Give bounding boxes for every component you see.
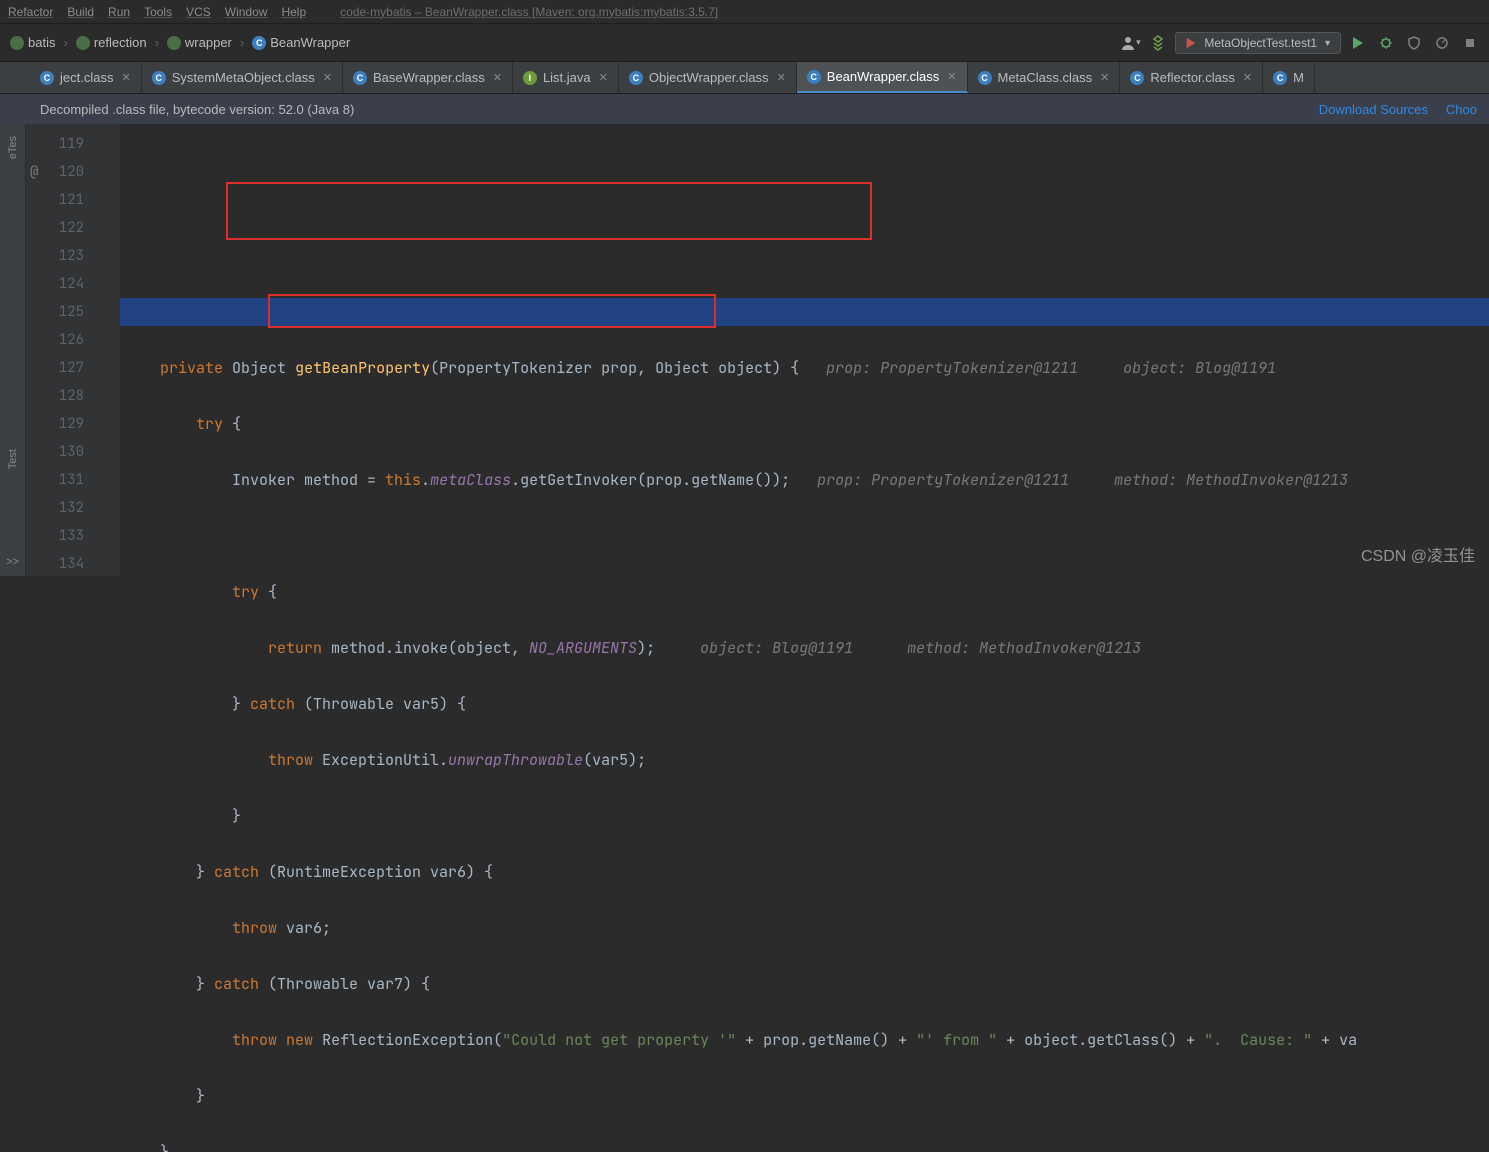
run-config-label: MetaObjectTest.test1 (1204, 36, 1317, 50)
user-icon[interactable]: ▾ (1119, 32, 1141, 54)
close-tab-icon[interactable]: ✕ (1243, 71, 1252, 84)
breadcrumb-item[interactable]: batis (6, 33, 59, 52)
download-sources-link[interactable]: Download Sources (1319, 102, 1428, 117)
decompiled-notice-text: Decompiled .class file, bytecode version… (40, 102, 354, 117)
close-tab-icon[interactable]: ✕ (1100, 71, 1109, 84)
breadcrumb-item[interactable]: reflection (72, 33, 151, 52)
package-icon (76, 36, 90, 50)
close-tab-icon[interactable]: ✕ (493, 71, 502, 84)
class-icon: C (353, 71, 367, 85)
menu-build[interactable]: Build (67, 5, 94, 19)
editor-tab[interactable]: CObjectWrapper.class✕ (619, 62, 797, 93)
left-tool-strip: eTes Test >> (0, 124, 26, 576)
stop-button[interactable] (1459, 32, 1481, 54)
coverage-button[interactable] (1403, 32, 1425, 54)
class-icon: C (40, 71, 54, 85)
class-icon: C (252, 36, 266, 50)
class-icon: C (978, 71, 992, 85)
code-line: } (120, 1138, 1489, 1152)
code-line: } catch (Throwable var5) { (120, 690, 1489, 718)
code-line: } catch (RuntimeException var6) { (120, 858, 1489, 886)
editor-tab[interactable]: CBaseWrapper.class✕ (343, 62, 513, 93)
interface-icon: I (523, 71, 537, 85)
menu-vcs[interactable]: VCS (186, 5, 211, 19)
expand-tool-icon[interactable]: >> (6, 556, 19, 576)
editor-tab[interactable]: CM (1263, 62, 1315, 93)
run-button[interactable] (1347, 32, 1369, 54)
code-line: throw new ReflectionException("Could not… (120, 1026, 1489, 1054)
class-icon: C (629, 71, 643, 85)
close-tab-icon[interactable]: ✕ (777, 71, 786, 84)
menu-refactor[interactable]: Refactor (8, 5, 53, 19)
breadcrumb-item[interactable]: wrapper (163, 33, 236, 52)
menu-help[interactable]: Help (281, 5, 306, 19)
tool-window-button[interactable]: Test (7, 449, 19, 469)
class-icon: C (1130, 71, 1144, 85)
editor-tabs: Cject.class✕ CSystemMetaObject.class✕ CB… (0, 62, 1489, 94)
fold-column[interactable] (102, 124, 120, 576)
code-line: } (120, 1082, 1489, 1110)
override-gutter-icon[interactable]: @ (30, 158, 38, 186)
menu-run[interactable]: Run (108, 5, 130, 19)
code-line: } catch (Throwable var7) { (120, 970, 1489, 998)
editor-tab[interactable]: Cject.class✕ (30, 62, 142, 93)
chevron-right-icon: › (63, 35, 67, 50)
class-icon: C (1273, 71, 1287, 85)
watermark: CSDN @凌玉佳 (1361, 542, 1475, 566)
chevron-right-icon: › (155, 35, 159, 50)
code-line: try { (120, 578, 1489, 606)
close-tab-icon[interactable]: ✕ (121, 71, 130, 84)
debug-button[interactable] (1375, 32, 1397, 54)
editor-area: eTes Test >> 119 @120 121 122 123 124 12… (0, 124, 1489, 576)
editor-tab[interactable]: IList.java✕ (513, 62, 619, 93)
menu-bar: Refactor Build Run Tools VCS Window Help… (0, 0, 1489, 24)
code-line: throw var6; (120, 914, 1489, 942)
editor-tab[interactable]: CSystemMetaObject.class✕ (142, 62, 343, 93)
editor-tab-active[interactable]: CBeanWrapper.class✕ (797, 62, 968, 93)
profile-button[interactable] (1431, 32, 1453, 54)
chevron-down-icon: ▼ (1323, 38, 1332, 48)
choose-sources-link[interactable]: Choo (1446, 102, 1477, 117)
code-line: try { (120, 410, 1489, 438)
close-tab-icon[interactable]: ✕ (323, 71, 332, 84)
menu-tools[interactable]: Tools (144, 5, 172, 19)
code-line (120, 298, 1489, 326)
code-line: throw ExceptionUtil.unwrapThrowable(var5… (120, 746, 1489, 774)
code-line: Invoker method = this.metaClass.getGetIn… (120, 466, 1489, 494)
annotation-box (226, 182, 872, 240)
editor-tab[interactable]: CReflector.class✕ (1120, 62, 1263, 93)
breadcrumb-item[interactable]: CBeanWrapper (248, 33, 354, 52)
code-line: } (120, 802, 1489, 830)
code-editor[interactable]: private Object getBeanProperty(PropertyT… (120, 124, 1489, 576)
code-line: private Object getBeanProperty(PropertyT… (120, 354, 1489, 382)
tool-window-button[interactable]: eTes (7, 136, 19, 159)
class-icon: C (807, 70, 821, 84)
code-line: return method.invoke(object, NO_ARGUMENT… (120, 634, 1489, 662)
class-icon: C (152, 71, 166, 85)
code-line (120, 522, 1489, 550)
line-gutter: 119 @120 121 122 123 124 125 126 127 128… (26, 124, 102, 576)
menu-window[interactable]: Window (225, 5, 268, 19)
editor-tab[interactable]: CMetaClass.class✕ (968, 62, 1121, 93)
close-tab-icon[interactable]: ✕ (947, 70, 956, 83)
package-icon (167, 36, 181, 50)
run-configuration-selector[interactable]: MetaObjectTest.test1 ▼ (1175, 32, 1341, 54)
breadcrumb: batis › reflection › wrapper › CBeanWrapper (0, 33, 1119, 52)
build-icon[interactable] (1147, 32, 1169, 54)
chevron-right-icon: › (240, 35, 244, 50)
window-title: code-mybatis – BeanWrapper.class [Maven:… (340, 5, 718, 19)
navigation-toolbar: batis › reflection › wrapper › CBeanWrapper… (0, 24, 1489, 62)
package-icon (10, 36, 24, 50)
decompiled-notice-bar: Decompiled .class file, bytecode version… (0, 94, 1489, 124)
close-tab-icon[interactable]: ✕ (599, 71, 608, 84)
